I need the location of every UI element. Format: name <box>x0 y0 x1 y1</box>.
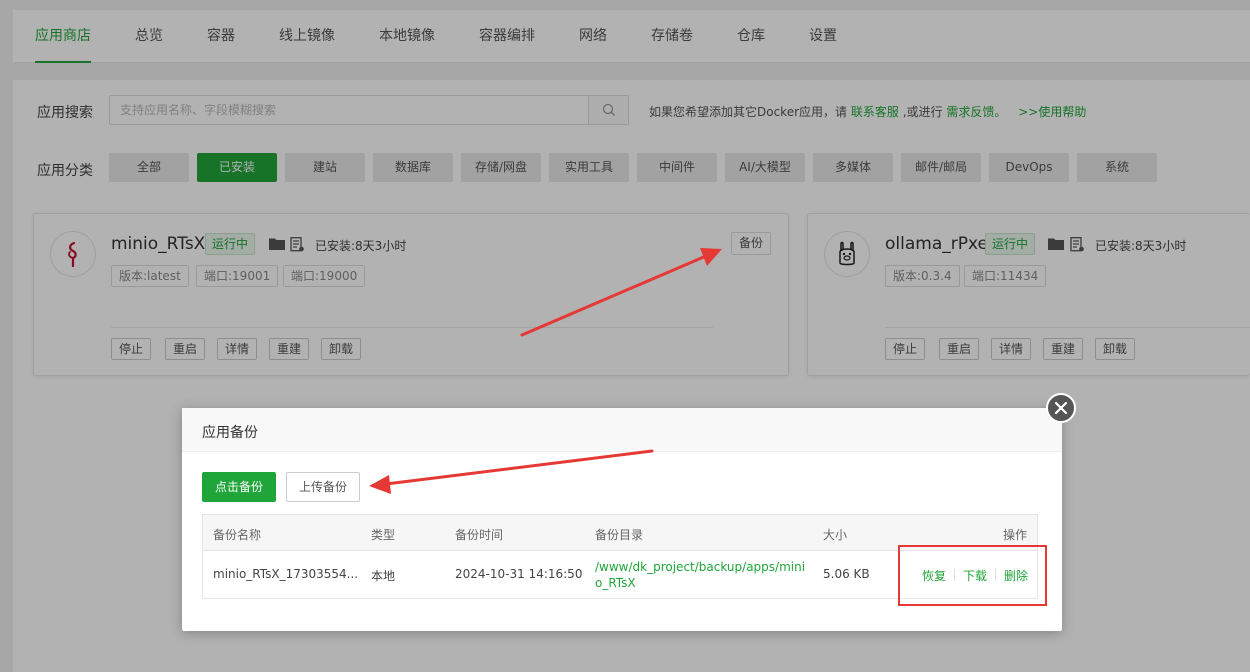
col-type: 类型 <box>371 528 396 542</box>
backup-name: minio_RTsX_17303554... <box>213 567 359 581</box>
col-size: 大小 <box>823 528 848 542</box>
upload-backup-button[interactable]: 上传备份 <box>286 472 360 502</box>
close-icon <box>1054 401 1068 415</box>
col-time: 备份时间 <box>455 528 504 542</box>
backup-dir-line: /www/dk_project/backup/apps/mini <box>595 560 806 574</box>
col-ops: 操作 <box>1003 528 1028 542</box>
col-dir: 备份目录 <box>595 528 644 542</box>
create-backup-button[interactable]: 点击备份 <box>202 472 276 502</box>
backup-time: 2024-10-31 14:16:50 <box>455 567 583 581</box>
modal-header: 应用备份 <box>182 408 1062 452</box>
backup-size: 5.06 KB <box>823 567 870 581</box>
modal-title: 应用备份 <box>202 425 258 441</box>
annotation-highlight-box <box>898 545 1047 606</box>
modal-close-button[interactable] <box>1046 393 1076 423</box>
backup-dir[interactable]: /www/dk_project/backup/apps/mini o_RTsX <box>595 559 805 591</box>
backup-type: 本地 <box>371 569 396 583</box>
backup-dir-line: o_RTsX <box>595 576 636 590</box>
col-name: 备份名称 <box>213 528 262 542</box>
